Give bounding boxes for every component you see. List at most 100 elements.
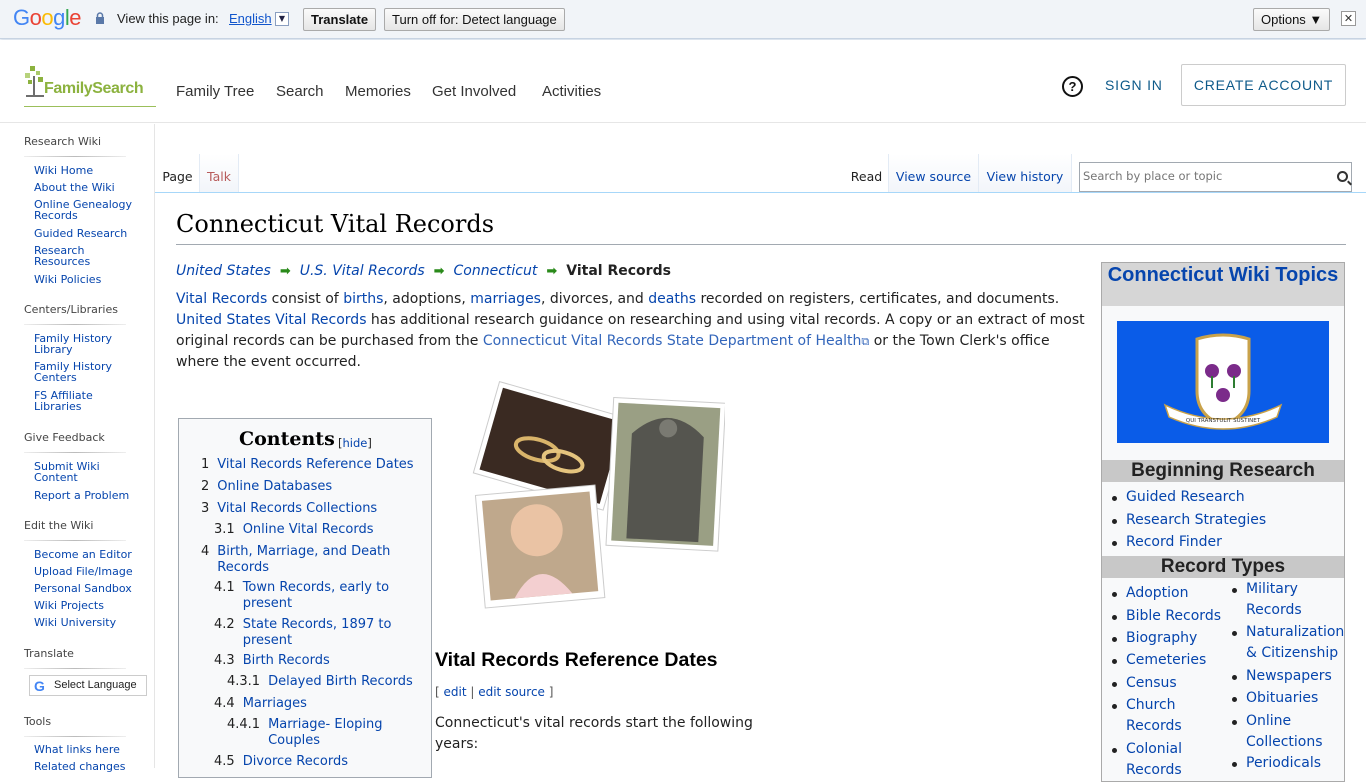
sidebar-item-become-editor[interactable]: Become an Editor [34, 549, 139, 560]
select-language-widget[interactable]: G Select Language [29, 675, 147, 696]
sidebar-item-wiki-home[interactable]: Wiki Home [34, 165, 139, 176]
breadcrumb-united-states[interactable]: United States [176, 263, 271, 279]
infobox-heading-record-types: Record Types [1102, 556, 1344, 578]
toc-item[interactable]: 4.2 State Records, 1897 to present [214, 617, 403, 649]
connecticut-flag: QUI TRANSTULIT SUSTINET [1117, 321, 1329, 443]
sidebar-item-wiki-projects[interactable]: Wiki Projects [34, 600, 139, 611]
tab-page[interactable]: Page [156, 154, 200, 192]
google-g-icon: G [34, 678, 45, 694]
infobox-link-census[interactable]: Census [1112, 673, 1177, 694]
toc-hide[interactable]: [hide] [338, 436, 372, 450]
infobox-link-online-collections[interactable]: Online Collections [1232, 711, 1336, 753]
infobox-link-adoption[interactable]: Adoption [1112, 583, 1189, 604]
nav-search[interactable]: Search [276, 83, 324, 100]
section-title: Vital Records Reference Dates [435, 649, 718, 671]
toc-item[interactable]: 3 Vital Records Collections [201, 501, 377, 517]
sidebar-item-guided-research[interactable]: Guided Research [34, 228, 139, 239]
sidebar-heading-feedback: Give Feedback [24, 431, 105, 444]
infobox-link-biography[interactable]: Biography [1111, 628, 1197, 649]
sidebar-item-submit-content[interactable]: Submit Wiki Content [34, 461, 114, 483]
translate-bar: Google View this page in: English ▼ Tran… [0, 0, 1366, 39]
close-icon[interactable]: ✕ [1341, 11, 1356, 26]
toc-hide-link[interactable]: hide [343, 436, 368, 450]
infobox-link-record-finder[interactable]: Record Finder [1112, 532, 1222, 553]
link-ct-health-dept[interactable]: Connecticut Vital Records State Departme… [483, 333, 862, 349]
toc-item[interactable]: 3.1 Online Vital Records [214, 522, 373, 538]
search-icon[interactable] [1337, 171, 1348, 182]
sidebar-item-online-genealogy[interactable]: Online Genealogy Records [34, 199, 139, 221]
nav-get-involved[interactable]: Get Involved [432, 83, 516, 100]
infobox-title[interactable]: Connecticut Wiki Topics [1102, 263, 1344, 306]
sidebar-divider [24, 668, 126, 669]
sidebar-heading-edit: Edit the Wiki [24, 519, 94, 532]
link-vital-records[interactable]: Vital Records [176, 291, 267, 307]
edit-link[interactable]: edit [444, 685, 467, 699]
infobox-link-research-strategies[interactable]: Research Strategies [1111, 510, 1266, 531]
toc-item[interactable]: 4.3 Birth Records [214, 653, 330, 669]
toc-item[interactable]: 4.1 Town Records, early to present [214, 580, 403, 612]
sidebar-item-report-problem[interactable]: Report a Problem [34, 490, 139, 501]
toc-item[interactable]: 4.4 Marriages [214, 696, 307, 712]
breadcrumb-connecticut[interactable]: Connecticut [454, 263, 538, 279]
sidebar-item-research-resources[interactable]: Research Resources [34, 245, 104, 267]
tab-read[interactable]: Read [845, 154, 889, 192]
nav-memories[interactable]: Memories [345, 83, 411, 100]
infobox-link-church-records[interactable]: Church Records [1112, 695, 1196, 737]
link-marriages[interactable]: marriages [470, 291, 541, 307]
sidebar-divider [24, 156, 126, 157]
sidebar-heading-translate: Translate [24, 647, 74, 660]
section-edit-links: [ edit | edit source ] [435, 685, 554, 699]
sidebar-item-wiki-policies[interactable]: Wiki Policies [34, 274, 139, 285]
infobox-link-bible-records[interactable]: Bible Records [1112, 606, 1221, 627]
tab-view-history[interactable]: View history [979, 154, 1072, 192]
language-dropdown-icon[interactable]: ▼ [275, 12, 289, 26]
select-language-label: Select Language [54, 679, 137, 691]
sidebar-item-upload-file[interactable]: Upload File/Image [34, 566, 139, 577]
arrow-right-icon: ➡ [546, 264, 558, 279]
link-births[interactable]: births [343, 291, 383, 307]
breadcrumb-current: Vital Records [566, 263, 671, 279]
tab-view-source[interactable]: View source [889, 154, 979, 192]
breadcrumb: United States ➡ U.S. Vital Records ➡ Connect… [176, 263, 671, 279]
sidebar-item-wiki-university[interactable]: Wiki University [34, 617, 139, 628]
sidebar-item-fs-affiliate[interactable]: FS Affiliate Libraries [34, 390, 104, 412]
nav-activities[interactable]: Activities [542, 83, 601, 100]
sidebar-item-what-links-here[interactable]: What links here [34, 744, 139, 755]
sidebar-heading-centers: Centers/Libraries [24, 303, 118, 316]
breadcrumb-us-vital-records[interactable]: U.S. Vital Records [300, 263, 425, 279]
infobox-link-military-records[interactable]: Military Records [1232, 579, 1326, 621]
infobox-link-colonial-records[interactable]: Colonial Records [1112, 739, 1196, 781]
infobox-link-naturalization[interactable]: Naturalization & Citizenship [1232, 622, 1346, 664]
create-account-button[interactable]: CREATE ACCOUNT [1181, 64, 1346, 106]
link-us-vital-records[interactable]: United States Vital Records [176, 312, 366, 328]
link-deaths[interactable]: deaths [648, 291, 696, 307]
toc-item[interactable]: 2 Online Databases [201, 479, 332, 495]
familysearch-logo[interactable]: FamilySearch [24, 64, 156, 107]
search-input[interactable] [1083, 163, 1323, 189]
toc-item[interactable]: 4.4.1 Marriage- Eloping Couples [227, 717, 398, 749]
options-button[interactable]: Options ▼ [1253, 8, 1331, 31]
infobox-link-obituaries[interactable]: Obituaries [1231, 688, 1318, 709]
sign-in-link[interactable]: SIGN IN [1105, 77, 1163, 93]
sidebar-item-related-changes[interactable]: Related changes [34, 761, 139, 772]
sidebar-item-fh-centers[interactable]: Family History Centers [34, 361, 114, 383]
toc-item[interactable]: 4 Birth, Marriage, and Death Records [201, 544, 407, 576]
tab-talk[interactable]: Talk [200, 154, 239, 192]
sidebar-item-personal-sandbox[interactable]: Personal Sandbox [34, 583, 139, 594]
infobox-link-newspapers[interactable]: Newspapers [1232, 666, 1332, 687]
infobox-link-cemeteries[interactable]: Cemeteries [1111, 650, 1206, 671]
sidebar-divider [24, 736, 126, 737]
sidebar-item-about-wiki[interactable]: About the Wiki [34, 182, 139, 193]
toc-item[interactable]: 1 Vital Records Reference Dates [201, 457, 414, 473]
turn-off-button[interactable]: Turn off for: Detect language [384, 8, 565, 31]
language-link[interactable]: English [229, 11, 272, 26]
infobox-link-guided-research[interactable]: Guided Research [1112, 487, 1245, 508]
sidebar-item-fh-library[interactable]: Family History Library [34, 333, 114, 355]
infobox-link-periodicals[interactable]: Periodicals [1231, 753, 1321, 774]
help-icon[interactable]: ? [1062, 76, 1083, 97]
edit-source-link[interactable]: edit source [478, 685, 545, 699]
toc-item[interactable]: 4.3.1 Delayed Birth Records [227, 674, 413, 690]
translate-button[interactable]: Translate [303, 8, 377, 31]
nav-family-tree[interactable]: Family Tree [176, 83, 254, 100]
table-of-contents: Contents [hide] 1 Vital Records Reference… [178, 418, 432, 778]
